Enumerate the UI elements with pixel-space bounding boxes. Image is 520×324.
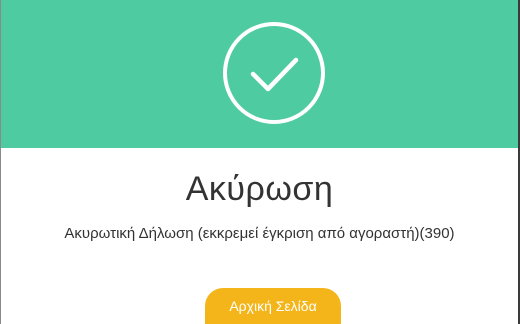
check-circle-icon xyxy=(223,22,325,124)
page-title: Ακύρωση xyxy=(185,170,334,208)
status-message: Ακυρωτική Δήλωση (εκκρεμεί έγκριση από α… xyxy=(64,225,455,242)
confirmation-panel: Ακύρωση Ακυρωτική Δήλωση (εκκρεμεί έγκρι… xyxy=(0,0,520,324)
success-header xyxy=(1,0,518,148)
home-button[interactable]: Αρχική Σελίδα xyxy=(205,288,341,324)
